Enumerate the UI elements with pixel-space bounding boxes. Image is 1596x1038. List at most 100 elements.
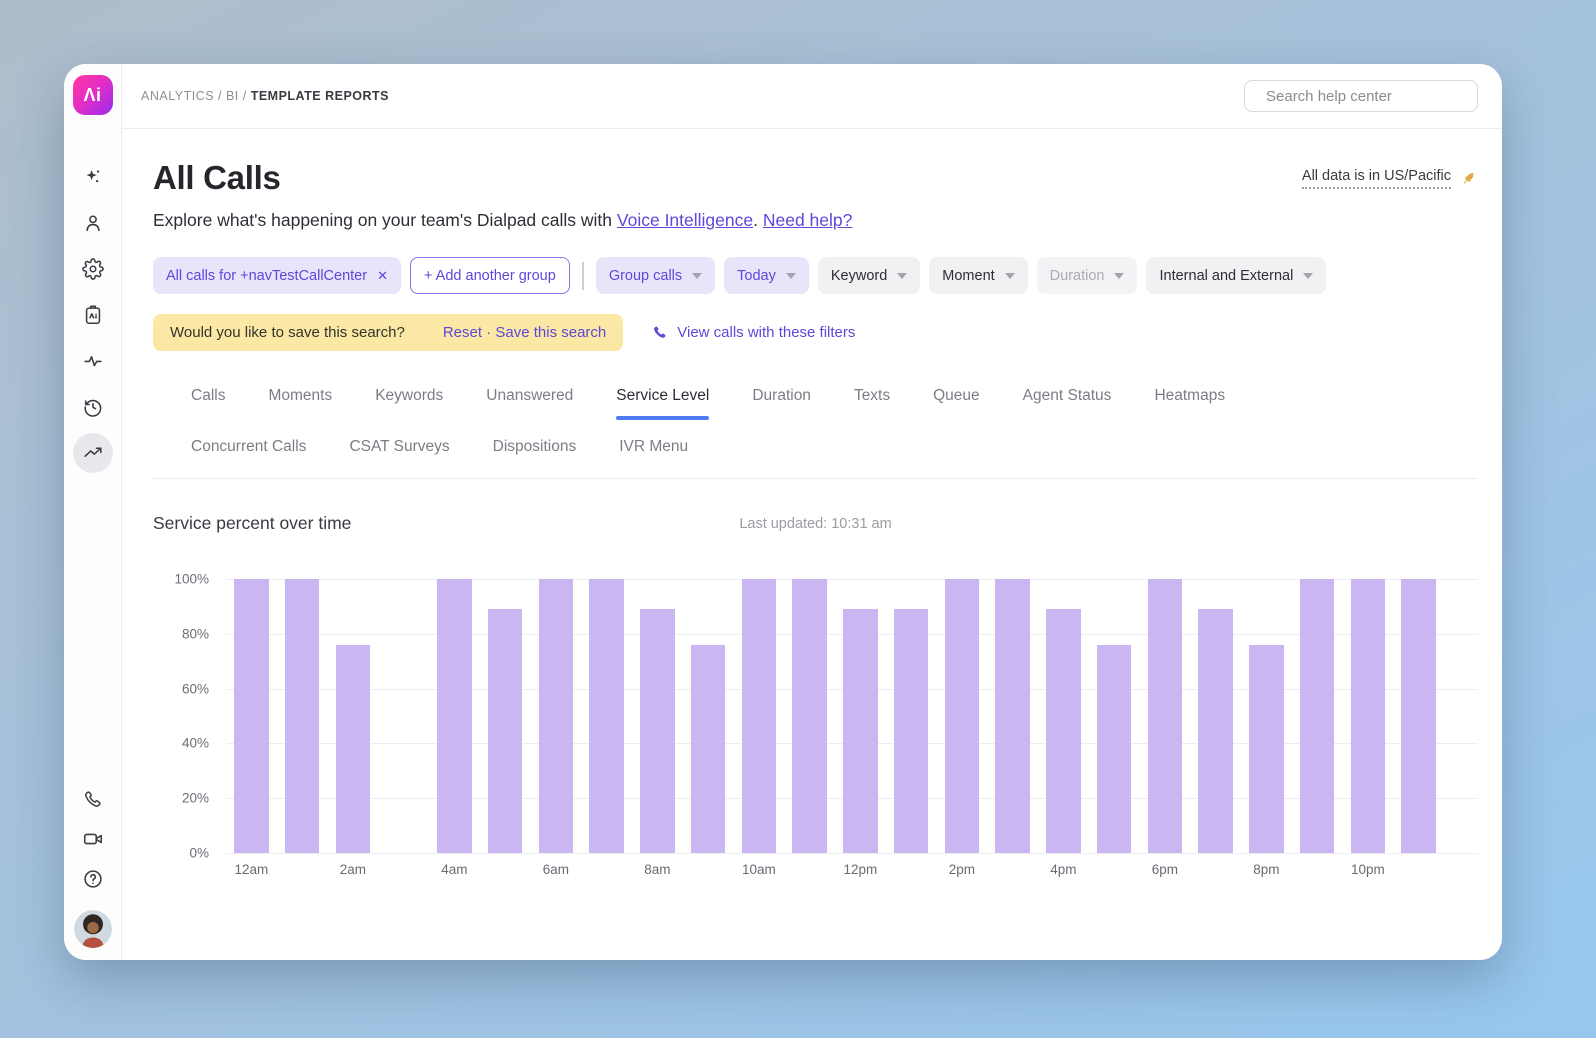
- sidebar: Λi: [64, 64, 122, 960]
- action-separator: ·: [482, 324, 495, 341]
- bar-11pm[interactable]: [1401, 579, 1436, 853]
- contacts-icon[interactable]: [73, 203, 113, 243]
- help-search[interactable]: [1244, 80, 1478, 112]
- bar-8am[interactable]: [640, 609, 675, 853]
- bar-5am[interactable]: [488, 609, 523, 853]
- bars-container: [226, 579, 1444, 853]
- keyword-dropdown[interactable]: Keyword: [818, 257, 920, 294]
- bar-slot-3am: [378, 579, 429, 853]
- dialpad-ai-logo[interactable]: Λi: [73, 75, 113, 115]
- tab-keywords[interactable]: Keywords: [375, 387, 443, 405]
- view-calls-label: View calls with these filters: [677, 324, 855, 341]
- x-tick-label: 8pm: [1241, 862, 1292, 877]
- gridline: [226, 853, 1478, 854]
- help-icon[interactable]: [73, 859, 113, 899]
- x-tick-label: 6pm: [1140, 862, 1191, 877]
- selected-group-chip[interactable]: All calls for +navTestCallCenter ✕: [153, 257, 401, 294]
- reset-link[interactable]: Reset: [443, 324, 482, 341]
- bar-3pm[interactable]: [995, 579, 1030, 853]
- bar-slot-8pm: [1241, 579, 1292, 853]
- phone-icon[interactable]: [73, 779, 113, 819]
- x-tick-label: 12am: [226, 862, 277, 877]
- page-title: All Calls: [153, 159, 281, 197]
- need-help-link[interactable]: Need help?: [763, 210, 853, 230]
- tab-unanswered[interactable]: Unanswered: [486, 387, 573, 405]
- x-tick-label: 4am: [429, 862, 480, 877]
- remove-group-icon[interactable]: ✕: [377, 268, 388, 284]
- breadcrumb-current: TEMPLATE REPORTS: [251, 89, 389, 103]
- bar-6am[interactable]: [539, 579, 574, 853]
- tab-texts[interactable]: Texts: [854, 387, 890, 405]
- add-group-button[interactable]: + Add another group: [410, 257, 570, 294]
- sidebar-bottom: [73, 779, 113, 948]
- bar-11am[interactable]: [792, 579, 827, 853]
- bar-4am[interactable]: [437, 579, 472, 853]
- bar-10am[interactable]: [742, 579, 777, 853]
- bar-9pm[interactable]: [1300, 579, 1335, 853]
- analytics-trending-icon[interactable]: [73, 433, 113, 473]
- view-calls-link[interactable]: View calls with these filters: [651, 324, 855, 341]
- phone-icon: [651, 324, 668, 341]
- tab-calls[interactable]: Calls: [191, 387, 225, 405]
- bar-slot-1pm: [886, 579, 937, 853]
- save-search-link[interactable]: Save this search: [495, 324, 606, 341]
- bar-slot-7pm: [1190, 579, 1241, 853]
- bar-7pm[interactable]: [1198, 609, 1233, 853]
- bar-12am[interactable]: [234, 579, 269, 853]
- x-tick-label: [277, 862, 328, 877]
- user-avatar[interactable]: [74, 910, 112, 948]
- group-calls-label: Group calls: [609, 268, 682, 284]
- bar-1pm[interactable]: [894, 609, 929, 853]
- search-input[interactable]: [1264, 87, 1467, 106]
- tab-duration[interactable]: Duration: [752, 387, 811, 405]
- breadcrumb-path[interactable]: ANALYTICS / BI /: [141, 89, 251, 103]
- moment-dropdown[interactable]: Moment: [929, 257, 1027, 294]
- tab-csat-surveys[interactable]: CSAT Surveys: [349, 438, 449, 456]
- x-tick-label: 10pm: [1343, 862, 1394, 877]
- bar-5pm[interactable]: [1097, 645, 1132, 853]
- y-tick-label: 0%: [189, 846, 209, 861]
- tab-concurrent-calls[interactable]: Concurrent Calls: [191, 438, 306, 456]
- date-range-dropdown[interactable]: Today: [724, 257, 809, 294]
- ai-transcript-icon[interactable]: [73, 295, 113, 335]
- tab-agent-status[interactable]: Agent Status: [1023, 387, 1112, 405]
- duration-dropdown[interactable]: Duration: [1037, 257, 1138, 294]
- tab-ivr-menu[interactable]: IVR Menu: [619, 438, 688, 456]
- direction-dropdown[interactable]: Internal and External: [1146, 257, 1326, 294]
- x-tick-label: [581, 862, 632, 877]
- date-range-label: Today: [737, 268, 776, 284]
- bar-slot-5pm: [1089, 579, 1140, 853]
- timezone-note[interactable]: All data is in US/Pacific: [1302, 168, 1451, 189]
- settings-gear-icon[interactable]: [73, 249, 113, 289]
- bar-12pm[interactable]: [843, 609, 878, 853]
- bar-10pm[interactable]: [1351, 579, 1386, 853]
- x-tick-label: [1190, 862, 1241, 877]
- filter-bar: All calls for +navTestCallCenter ✕ + Add…: [153, 257, 1478, 294]
- tab-service-level[interactable]: Service Level: [616, 387, 709, 405]
- voice-intelligence-link[interactable]: Voice Intelligence: [617, 210, 753, 230]
- bar-2am[interactable]: [336, 645, 371, 853]
- bar-1am[interactable]: [285, 579, 320, 853]
- history-icon[interactable]: [73, 387, 113, 427]
- tab-moments[interactable]: Moments: [268, 387, 332, 405]
- activity-pulse-icon[interactable]: [73, 341, 113, 381]
- chevron-down-icon: [786, 273, 796, 279]
- x-tick-label: [987, 862, 1038, 877]
- ai-sparkles-icon[interactable]: [73, 157, 113, 197]
- bar-6pm[interactable]: [1148, 579, 1183, 853]
- tab-queue[interactable]: Queue: [933, 387, 980, 405]
- video-camera-icon[interactable]: [73, 819, 113, 859]
- bar-9am[interactable]: [691, 645, 726, 853]
- tab-dispositions[interactable]: Dispositions: [493, 438, 577, 456]
- group-calls-dropdown[interactable]: Group calls: [596, 257, 715, 294]
- bar-7am[interactable]: [589, 579, 624, 853]
- bar-4pm[interactable]: [1046, 609, 1081, 853]
- sidebar-nav: [73, 157, 113, 473]
- duration-label: Duration: [1050, 268, 1105, 284]
- bar-2pm[interactable]: [945, 579, 980, 853]
- subtitle-separator: .: [753, 210, 763, 230]
- tab-heatmaps[interactable]: Heatmaps: [1154, 387, 1225, 405]
- tabs-divider: [153, 478, 1478, 479]
- bar-8pm[interactable]: [1249, 645, 1284, 853]
- subtitle-text: Explore what's happening on your team's …: [153, 210, 617, 230]
